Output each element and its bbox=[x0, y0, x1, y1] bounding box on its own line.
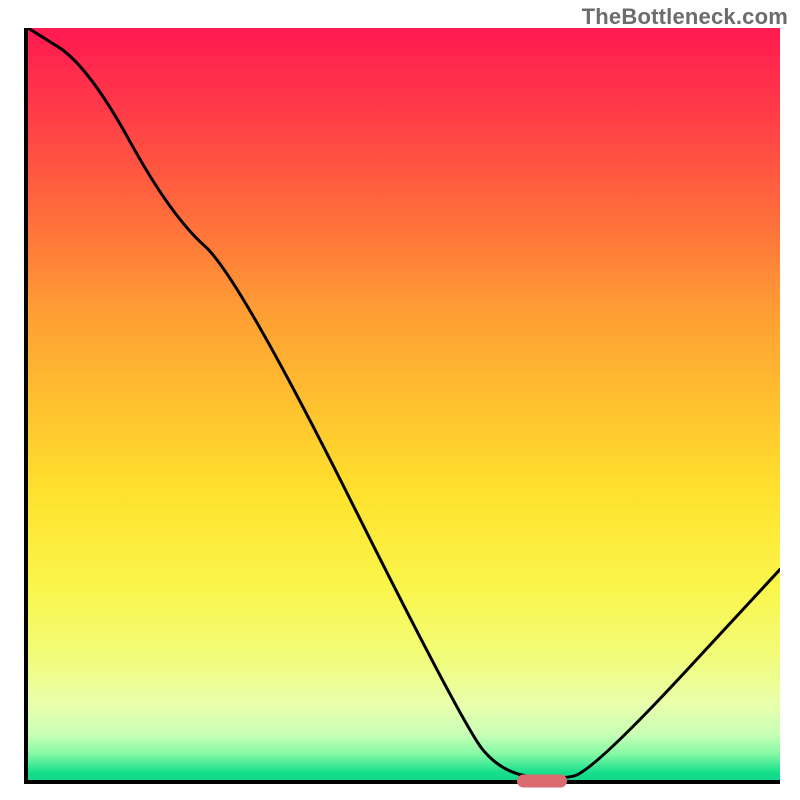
bottleneck-curve-path bbox=[28, 28, 780, 778]
chart-container: TheBottleneck.com bbox=[0, 0, 800, 800]
plot-area bbox=[24, 28, 780, 784]
optimal-marker bbox=[517, 774, 567, 787]
curve-svg bbox=[28, 28, 780, 780]
watermark-label: TheBottleneck.com bbox=[582, 4, 788, 30]
